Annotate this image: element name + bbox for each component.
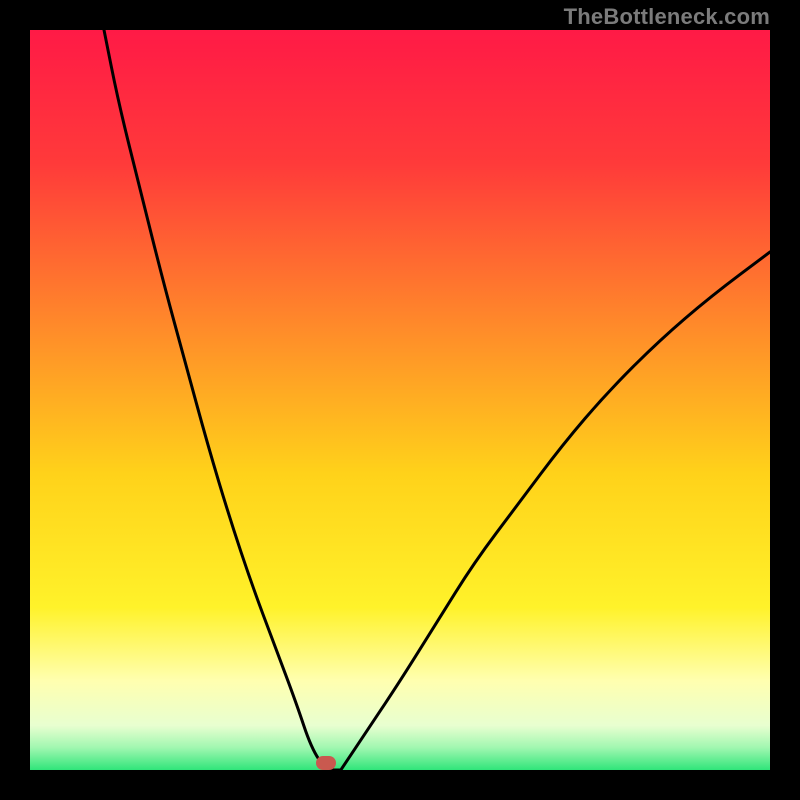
chart-container: TheBottleneck.com bbox=[0, 0, 800, 800]
watermark-text: TheBottleneck.com bbox=[564, 4, 770, 30]
plot-area bbox=[30, 30, 770, 770]
gradient-background bbox=[30, 30, 770, 770]
gradient-rect bbox=[30, 30, 770, 770]
optimum-marker bbox=[316, 756, 336, 770]
